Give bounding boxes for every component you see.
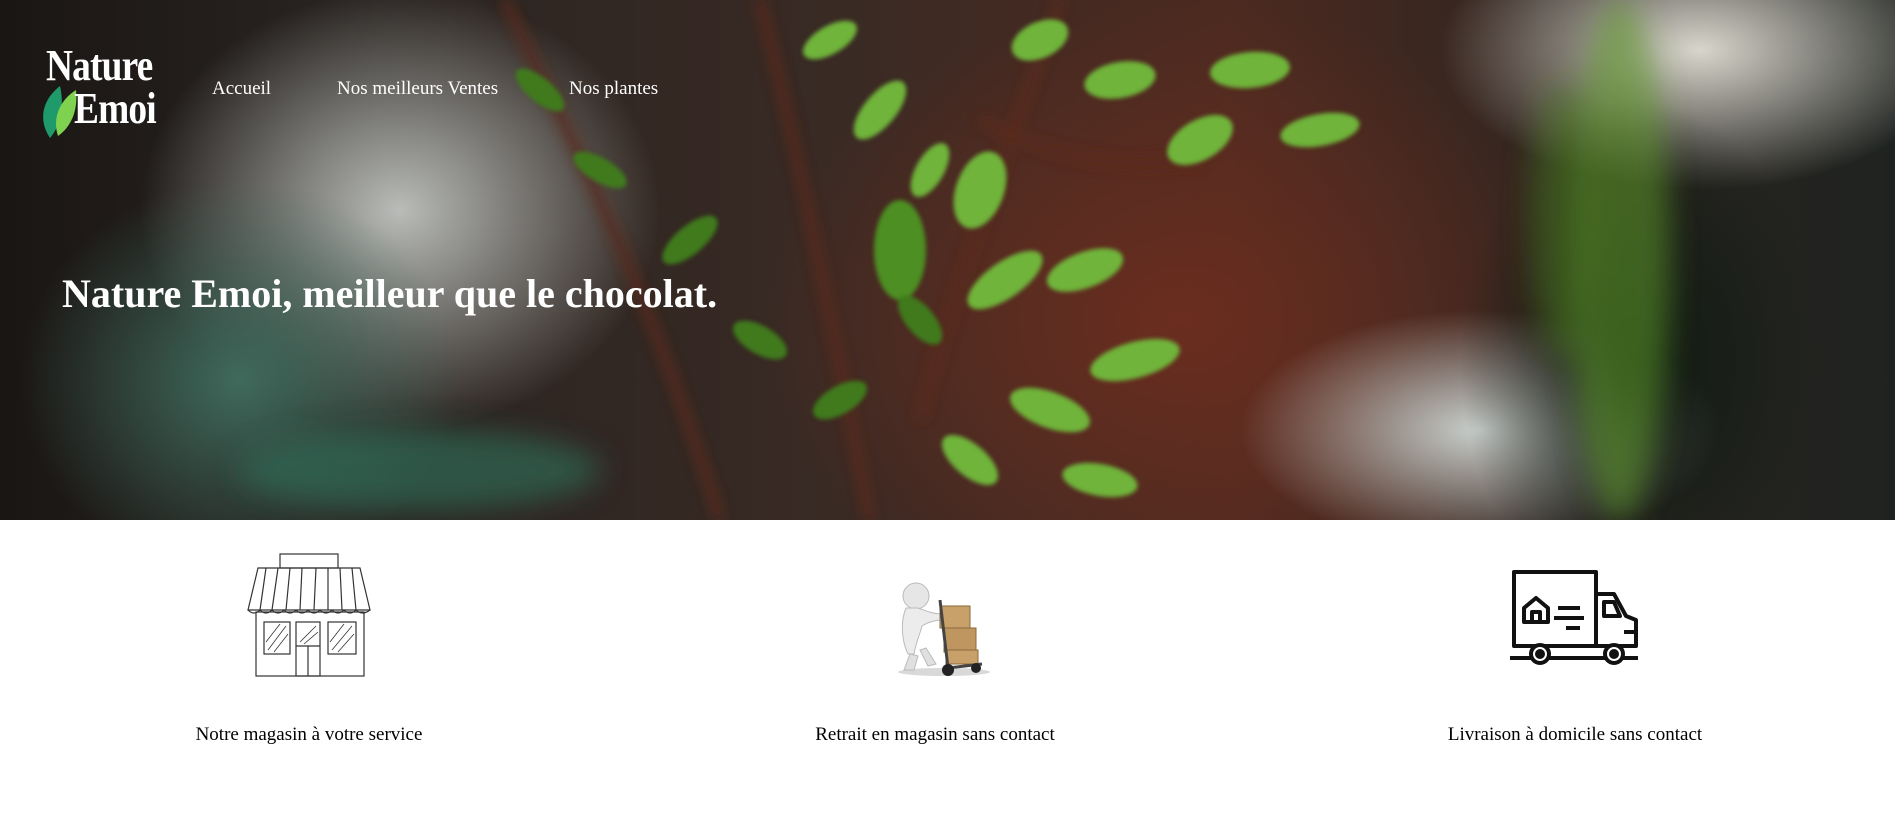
- hero-title: Nature Emoi, meilleur que le chocolat.: [62, 271, 718, 316]
- nav-link-accueil[interactable]: Accueil: [212, 78, 271, 100]
- services-section: Notre magasin à votre service Retrait en…: [0, 520, 1895, 813]
- storefront-icon: [247, 553, 371, 677]
- logo-text-line1: Nature: [46, 41, 153, 90]
- hero-banner: Nature Emoi Accueil Nos meilleurs Ventes…: [0, 0, 1895, 520]
- delivery-truck-icon: [1510, 570, 1638, 665]
- feature-label-pickup: Retrait en magasin sans contact: [815, 724, 1055, 745]
- feature-label-store: Notre magasin à votre service: [195, 724, 423, 745]
- nature-emoi-logo[interactable]: Nature Emoi: [40, 38, 175, 138]
- feature-label-delivery: Livraison à domicile sans contact: [1447, 724, 1703, 745]
- nav-link-nos-plantes[interactable]: Nos plantes: [569, 78, 658, 100]
- logo-text-line2: Emoi: [74, 84, 157, 133]
- feature-pickup: Retrait en magasin sans contact: [735, 550, 1135, 745]
- feature-store: Notre magasin à votre service: [109, 550, 509, 745]
- nav-link-meilleurs-ventes[interactable]: Nos meilleurs Ventes: [337, 78, 498, 100]
- site-header: Nature Emoi Accueil Nos meilleurs Ventes…: [0, 0, 1895, 180]
- hand-truck-boxes-icon: [898, 582, 990, 676]
- feature-delivery: Livraison à domicile sans contact: [1375, 550, 1775, 745]
